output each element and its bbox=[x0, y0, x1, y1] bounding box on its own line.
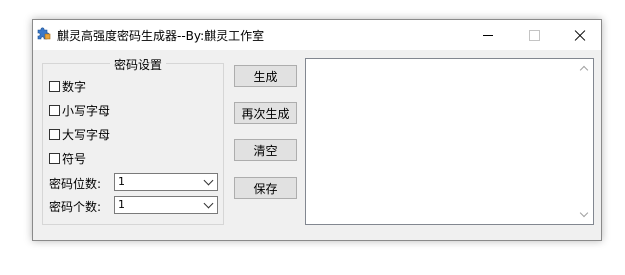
checkbox-box[interactable] bbox=[49, 152, 60, 164]
checkbox-label: 数字 bbox=[62, 79, 87, 94]
app-window: 麒灵高强度密码生成器--By:麒灵工作室 密码设置 数字 小写字母 大写字母 符… bbox=[32, 19, 602, 241]
checkbox-label: 大写字母 bbox=[62, 127, 111, 142]
scroll-up-arrow-icon[interactable] bbox=[579, 65, 589, 75]
regenerate-button[interactable]: 再次生成 bbox=[234, 102, 297, 124]
count-label: 密码个数: bbox=[49, 200, 102, 214]
length-value: 1 bbox=[118, 175, 125, 188]
count-select[interactable]: 1 bbox=[114, 196, 218, 214]
clear-button[interactable]: 清空 bbox=[234, 139, 297, 161]
count-value: 1 bbox=[118, 198, 125, 211]
save-button[interactable]: 保存 bbox=[234, 177, 297, 199]
maximize-button[interactable] bbox=[511, 20, 557, 50]
puzzle-app-icon bbox=[36, 26, 52, 42]
checkbox-label: 符号 bbox=[62, 151, 87, 166]
scroll-down-arrow-icon[interactable] bbox=[579, 208, 589, 218]
password-settings-group: 密码设置 数字 小写字母 大写字母 符号 密码位数: 1 密码个数: 1 bbox=[42, 56, 224, 225]
password-output[interactable] bbox=[305, 58, 594, 225]
close-icon bbox=[574, 29, 586, 41]
length-select[interactable]: 1 bbox=[114, 173, 218, 191]
checkbox-box[interactable] bbox=[49, 80, 60, 92]
vertical-scrollbar[interactable] bbox=[576, 59, 593, 224]
checkbox-digits[interactable]: 数字 bbox=[49, 78, 86, 94]
group-title: 密码设置 bbox=[110, 56, 167, 73]
title-bar[interactable]: 麒灵高强度密码生成器--By:麒灵工作室 bbox=[33, 20, 601, 50]
checkbox-label: 小写字母 bbox=[62, 103, 111, 118]
checkbox-symbols[interactable]: 符号 bbox=[49, 150, 86, 166]
checkbox-box[interactable] bbox=[49, 128, 60, 140]
window-title: 麒灵高强度密码生成器--By:麒灵工作室 bbox=[57, 29, 265, 43]
chevron-down-icon bbox=[203, 198, 214, 209]
chevron-down-icon bbox=[203, 175, 214, 186]
minimize-button[interactable] bbox=[465, 20, 511, 50]
length-label: 密码位数: bbox=[49, 177, 102, 191]
checkbox-lowercase[interactable]: 小写字母 bbox=[49, 102, 110, 118]
maximize-icon bbox=[528, 29, 540, 41]
checkbox-box[interactable] bbox=[49, 104, 60, 116]
checkbox-uppercase[interactable]: 大写字母 bbox=[49, 126, 110, 142]
close-button[interactable] bbox=[557, 20, 603, 50]
minimize-icon bbox=[483, 34, 493, 36]
generate-button[interactable]: 生成 bbox=[234, 65, 297, 87]
